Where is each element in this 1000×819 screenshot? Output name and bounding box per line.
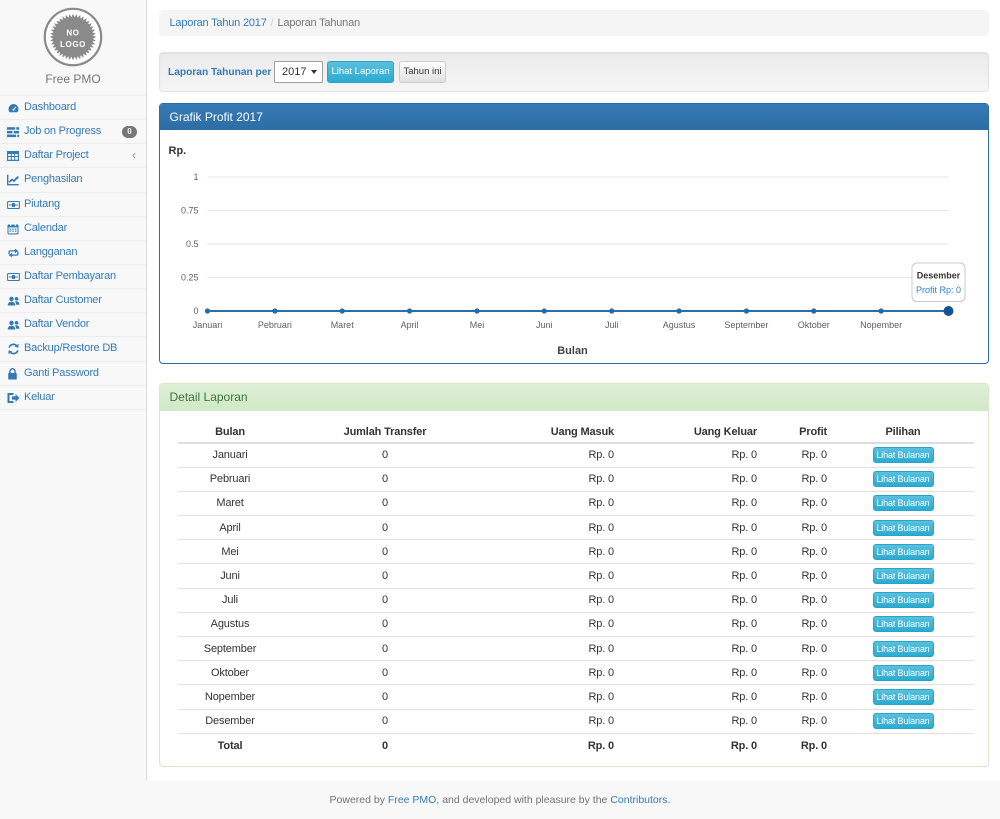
svg-text:0.25: 0.25 [180, 273, 198, 283]
svg-text:Maret: Maret [330, 320, 354, 330]
svg-text:September: September [724, 320, 768, 330]
svg-text:Mei: Mei [469, 320, 484, 330]
svg-text:Pebruari: Pebruari [257, 320, 291, 330]
svg-text:NO: NO [66, 29, 79, 38]
svg-text:1: 1 [193, 172, 198, 182]
svg-text:0: 0 [193, 306, 198, 316]
svg-text:Juli: Juli [604, 320, 618, 330]
svg-text:Rp.: Rp. [168, 145, 186, 157]
svg-text:0.5: 0.5 [185, 239, 198, 249]
svg-text:Desember: Desember [916, 271, 960, 281]
svg-text:Januari: Januari [192, 320, 222, 330]
svg-text:LOGO: LOGO [60, 40, 86, 49]
svg-text:Oktober: Oktober [797, 320, 829, 330]
svg-text:0.75: 0.75 [180, 206, 198, 216]
svg-text:Nopember: Nopember [860, 320, 902, 330]
svg-text:April: April [400, 320, 418, 330]
svg-text:Juni: Juni [536, 320, 553, 330]
svg-text:Bulan: Bulan [557, 345, 588, 357]
svg-text:Agustus: Agustus [662, 320, 695, 330]
svg-text:Profit Rp: 0: Profit Rp: 0 [915, 285, 960, 295]
